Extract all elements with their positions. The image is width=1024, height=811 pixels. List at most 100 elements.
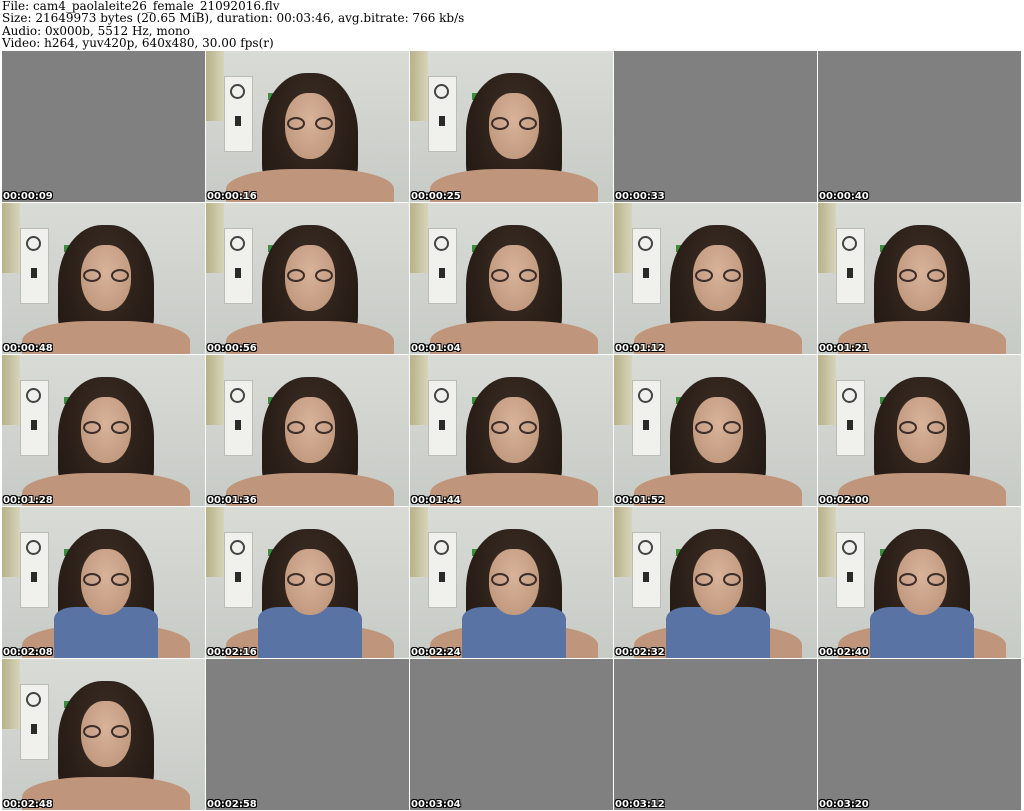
file-size-line: Size: 21649973 bytes (20.65 MiB), durati… — [2, 11, 465, 26]
wall-left-shape — [206, 203, 224, 273]
wall-left-shape — [206, 355, 224, 425]
thumbnail-frame-image — [818, 203, 1021, 354]
video-thumbnail: 00:02:48 — [2, 659, 205, 810]
file-info-header: File: cam4_paolaleite26_female_21092016.… — [2, 0, 1022, 50]
wall-left-shape — [614, 507, 632, 577]
timestamp-label: 00:01:28 — [3, 495, 53, 506]
glasses-shape — [489, 421, 539, 436]
thumbnail-frame-image — [410, 203, 613, 354]
thumbnail-frame-image — [206, 203, 409, 354]
timestamp-label: 00:00:16 — [207, 191, 257, 202]
wall-left-shape — [818, 507, 836, 577]
poster-shape — [428, 76, 457, 152]
timestamp-label: 00:01:12 — [615, 343, 665, 354]
glasses-shape — [285, 117, 335, 132]
timestamp-label: 00:00:56 — [207, 343, 257, 354]
thumbnail-frame-image — [614, 507, 817, 658]
thumbnail-frame-image — [2, 355, 205, 506]
thumbnail-frame-image — [410, 51, 613, 202]
timestamp-label: 00:03:12 — [615, 799, 665, 810]
wall-left-shape — [206, 51, 224, 121]
thumbnail-frame-image — [410, 507, 613, 658]
poster-shape — [632, 380, 661, 456]
glasses-shape — [285, 573, 335, 588]
poster-shape — [632, 228, 661, 304]
timestamp-label: 00:01:52 — [615, 495, 665, 506]
video-thumbnail: 00:02:40 — [818, 507, 1021, 658]
poster-shape — [836, 380, 865, 456]
wall-left-shape — [2, 659, 20, 729]
timestamp-label: 00:02:48 — [3, 799, 53, 810]
video-thumbnail: 00:02:32 — [614, 507, 817, 658]
video-thumbnail: 00:03:12 — [614, 659, 817, 810]
wall-left-shape — [410, 507, 428, 577]
poster-shape — [224, 76, 253, 152]
poster-shape — [836, 532, 865, 608]
timestamp-label: 00:01:04 — [411, 343, 461, 354]
video-thumbnail: 00:01:21 — [818, 203, 1021, 354]
poster-shape — [20, 532, 49, 608]
poster-shape — [224, 380, 253, 456]
thumbnail-frame-image — [206, 51, 409, 202]
glasses-shape — [897, 573, 947, 588]
glasses-shape — [285, 421, 335, 436]
thumbnail-frame-image — [410, 355, 613, 506]
video-thumbnail: 00:02:24 — [410, 507, 613, 658]
video-thumbnail: 00:01:12 — [614, 203, 817, 354]
glasses-shape — [897, 421, 947, 436]
timestamp-label: 00:00:33 — [615, 191, 665, 202]
wall-left-shape — [818, 355, 836, 425]
thumbnail-frame-image — [2, 203, 205, 354]
thumbnail-frame-image — [614, 355, 817, 506]
video-thumbnail: 00:01:04 — [410, 203, 613, 354]
glasses-shape — [81, 573, 131, 588]
glasses-shape — [81, 421, 131, 436]
video-info-line: Video: h264, yuv420p, 640x480, 30.00 fps… — [2, 36, 274, 51]
poster-shape — [632, 532, 661, 608]
glasses-shape — [693, 269, 743, 284]
video-thumbnail: 00:00:40 — [818, 51, 1021, 202]
poster-shape — [224, 532, 253, 608]
poster-shape — [20, 228, 49, 304]
wall-left-shape — [410, 203, 428, 273]
poster-shape — [428, 380, 457, 456]
wall-left-shape — [2, 355, 20, 425]
wall-left-shape — [2, 507, 20, 577]
timestamp-label: 00:02:00 — [819, 495, 869, 506]
video-thumbnail: 00:00:56 — [206, 203, 409, 354]
glasses-shape — [693, 573, 743, 588]
video-thumbnail: 00:00:09 — [2, 51, 205, 202]
wall-left-shape — [206, 507, 224, 577]
glasses-shape — [285, 269, 335, 284]
video-thumbnail: 00:01:52 — [614, 355, 817, 506]
wall-left-shape — [410, 355, 428, 425]
glasses-shape — [489, 117, 539, 132]
thumbnail-frame-image — [206, 355, 409, 506]
video-thumbnail: 00:02:16 — [206, 507, 409, 658]
glasses-shape — [489, 269, 539, 284]
thumbnail-frame-image — [206, 507, 409, 658]
timestamp-label: 00:00:40 — [819, 191, 869, 202]
timestamp-label: 00:00:09 — [3, 191, 53, 202]
timestamp-label: 00:02:32 — [615, 647, 665, 658]
wall-left-shape — [2, 203, 20, 273]
timestamp-label: 00:02:24 — [411, 647, 461, 658]
timestamp-label: 00:01:36 — [207, 495, 257, 506]
timestamp-label: 00:02:40 — [819, 647, 869, 658]
video-thumbnail: 00:00:25 — [410, 51, 613, 202]
wall-left-shape — [410, 51, 428, 121]
timestamp-label: 00:01:44 — [411, 495, 461, 506]
glasses-shape — [81, 725, 131, 740]
timestamp-label: 00:02:58 — [207, 799, 257, 810]
thumbnail-frame-image — [614, 203, 817, 354]
wall-left-shape — [614, 355, 632, 425]
poster-shape — [428, 532, 457, 608]
timestamp-label: 00:01:21 — [819, 343, 869, 354]
wall-left-shape — [614, 203, 632, 273]
thumbnail-frame-image — [818, 507, 1021, 658]
video-thumbnail: 00:03:20 — [818, 659, 1021, 810]
video-thumbnail: 00:01:28 — [2, 355, 205, 506]
thumbnail-frame-image — [2, 659, 205, 810]
poster-shape — [20, 380, 49, 456]
glasses-shape — [897, 269, 947, 284]
